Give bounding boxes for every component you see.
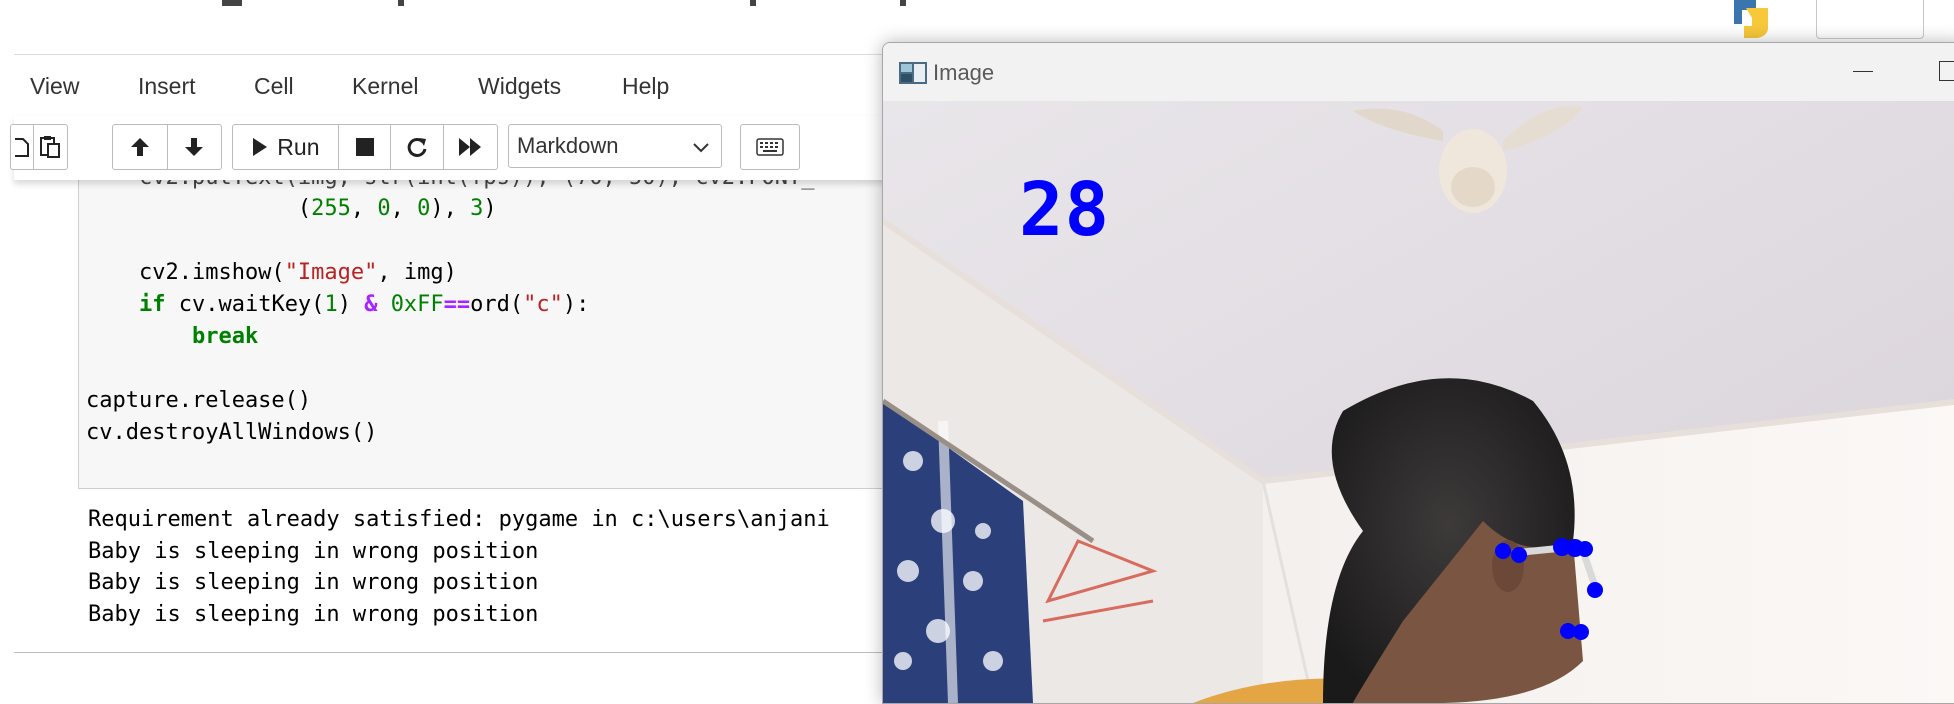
code-line-imshow: cv2.imshow("Image", img): [86, 257, 457, 289]
menu-view[interactable]: View: [30, 73, 79, 100]
window-app-icon: [899, 62, 927, 84]
move-up-button[interactable]: [113, 125, 168, 169]
logout-button[interactable]: [1816, 0, 1924, 39]
command-palette-button[interactable]: [740, 124, 800, 170]
code-number: 3: [470, 196, 484, 221]
code-operator: &: [364, 292, 378, 317]
restart-button[interactable]: [391, 125, 444, 169]
code-token: ): [483, 196, 497, 221]
run-icon: [253, 138, 268, 156]
menu-help[interactable]: Help: [622, 73, 669, 100]
output-line: Baby is sleeping in wrong position: [88, 538, 539, 564]
python-logo-icon: [1734, 0, 1768, 38]
menu-kernel[interactable]: Kernel: [352, 73, 418, 100]
output-line: Requirement already satisfied: pygame in…: [88, 507, 830, 532]
code-token: ord(: [470, 292, 524, 317]
code-token: cv.waitKey(: [165, 292, 325, 317]
move-down-button[interactable]: [168, 125, 222, 169]
cell-separator: [14, 652, 914, 653]
output-line: Baby is sleeping in wrong position: [88, 602, 539, 628]
code-string: "Image": [284, 260, 378, 285]
code-line-release: capture.release(): [86, 388, 312, 413]
stop-button[interactable]: [339, 125, 392, 169]
stop-icon: [355, 138, 374, 156]
output-line: Baby is sleeping in wrong position: [88, 570, 539, 596]
paste-icon: [40, 136, 61, 158]
code-line-if: if cv.waitKey(1) & 0xFF==ord("c"):: [86, 289, 589, 321]
arrow-down-icon: [185, 138, 204, 156]
menu-insert[interactable]: Insert: [138, 73, 196, 100]
code-token: ): [337, 292, 365, 317]
menubar: View Insert Cell Kernel Widgets Help: [14, 54, 914, 117]
code-token: (: [86, 196, 312, 221]
arrow-up-icon: [130, 138, 149, 156]
chevron-down-icon: [693, 143, 709, 153]
code-token: ):: [562, 292, 590, 317]
opencv-image-window[interactable]: Image 28: [882, 42, 1954, 704]
run-group: Run: [232, 124, 498, 170]
code-token: cv2.imshow(: [86, 260, 285, 285]
restart-icon: [407, 137, 427, 157]
menu-widgets[interactable]: Widgets: [478, 73, 561, 100]
webcam-frame: 28: [883, 101, 1954, 703]
code-number: 0: [417, 196, 431, 221]
cell-type-value: Markdown: [517, 133, 619, 158]
code-token: ),: [430, 196, 471, 221]
code-line-break: break: [86, 321, 258, 353]
maximize-icon[interactable]: [1939, 61, 1954, 81]
code-number: 255: [311, 196, 351, 221]
code-keyword: if: [138, 292, 166, 317]
fps-overlay: 28: [1019, 167, 1111, 253]
code-token: , img): [377, 260, 457, 285]
code-number: 0: [377, 196, 391, 221]
move-group: [112, 124, 222, 170]
keyboard-icon: [756, 138, 784, 156]
minimize-icon[interactable]: [1853, 71, 1873, 72]
menu-cell[interactable]: Cell: [254, 73, 294, 100]
code-line-destroy: cv.destroyAllWindows(): [86, 420, 378, 445]
code-line-puttext-args: (255, 0, 0), 3): [86, 193, 497, 225]
fast-forward-icon: [459, 138, 482, 156]
window-title: Image: [933, 60, 995, 85]
window-titlebar[interactable]: Image: [883, 43, 1954, 101]
code-token: ,: [390, 196, 418, 221]
code-number: 0xFF: [390, 292, 444, 317]
cut-button[interactable]: [11, 125, 34, 169]
code-token: ,: [350, 196, 378, 221]
code-keyword: break: [191, 324, 259, 349]
code-number: 1: [324, 292, 338, 317]
notebook-toolbar: Run Markdown: [10, 116, 914, 180]
run-button[interactable]: Run: [233, 125, 339, 169]
code-operator: ==: [443, 292, 471, 317]
code-string: "c": [523, 292, 563, 317]
cut-icon: [14, 138, 29, 157]
cell-type-select[interactable]: Markdown: [508, 124, 722, 168]
run-label: Run: [277, 133, 320, 160]
notebook-header-strip: [0, 0, 1954, 30]
paste-button[interactable]: [34, 125, 67, 169]
run-all-button[interactable]: [444, 125, 497, 169]
clipboard-group: [10, 124, 68, 170]
cell-output: Requirement already satisfied: pygame in…: [88, 504, 830, 631]
